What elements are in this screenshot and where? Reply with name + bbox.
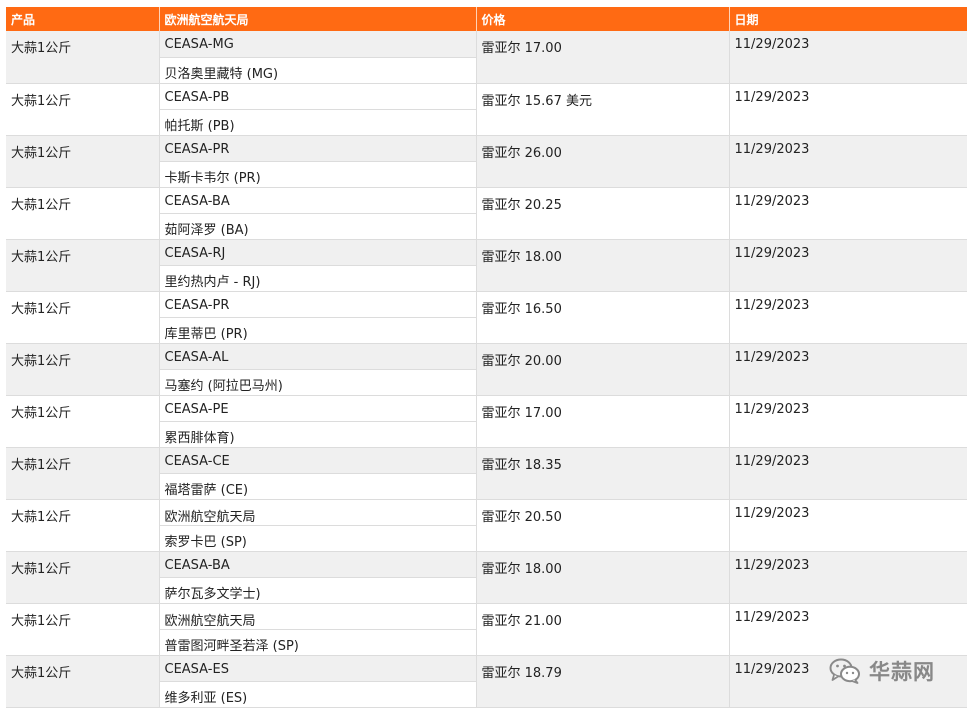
cell-product: 大蒜1公斤 — [6, 499, 160, 552]
cell-date: 11/29/2023 — [729, 499, 967, 552]
cell-site-code: CEASA-MG — [159, 31, 477, 58]
cell-date: 11/29/2023 — [729, 291, 967, 344]
cell-site-city: 福塔雷萨 (CE) — [159, 473, 477, 500]
cell-price: 雷亚尔 20.50 — [476, 499, 730, 552]
cell-price: 雷亚尔 18.00 — [476, 239, 730, 292]
header-price[interactable]: 价格 — [476, 7, 730, 31]
cell-site-code: CEASA-PR — [159, 135, 477, 162]
wechat-icon — [829, 658, 861, 684]
table-row: 大蒜1公斤 欧洲航空航天局 雷亚尔 21.00 11/29/2023 — [6, 603, 967, 656]
cell-price: 雷亚尔 20.25 — [476, 187, 730, 240]
cell-site-code: CEASA-BA — [159, 187, 477, 214]
cell-product: 大蒜1公斤 — [6, 655, 160, 708]
cell-product: 大蒜1公斤 — [6, 603, 160, 656]
cell-date: 11/29/2023 — [729, 135, 967, 188]
table-row: 大蒜1公斤 欧洲航空航天局 雷亚尔 20.50 11/29/2023 — [6, 499, 967, 552]
cell-price: 雷亚尔 18.35 — [476, 447, 730, 500]
cell-date: 11/29/2023 — [729, 83, 967, 136]
table-row: 大蒜1公斤 CEASA-CE 雷亚尔 18.35 11/29/2023 — [6, 447, 967, 500]
cell-site-code: CEASA-AL — [159, 343, 477, 370]
cell-site-city: 普雷图河畔圣若泽 (SP) — [159, 629, 477, 656]
table-row: 大蒜1公斤 CEASA-ES 雷亚尔 18.79 11/29/2023 — [6, 655, 967, 708]
cell-price: 雷亚尔 17.00 — [476, 31, 730, 84]
cell-date: 11/29/2023 — [729, 31, 967, 84]
cell-price: 雷亚尔 20.00 — [476, 343, 730, 396]
cell-product: 大蒜1公斤 — [6, 343, 160, 396]
table-row: 大蒜1公斤 CEASA-AL 雷亚尔 20.00 11/29/2023 — [6, 343, 967, 396]
cell-site-city: 贝洛奥里藏特 (MG) — [159, 57, 477, 84]
table-row: 大蒜1公斤 CEASA-PR 雷亚尔 26.00 11/29/2023 — [6, 135, 967, 188]
cell-price: 雷亚尔 16.50 — [476, 291, 730, 344]
cell-product: 大蒜1公斤 — [6, 31, 160, 84]
cell-price: 雷亚尔 18.79 — [476, 655, 730, 708]
cell-site-city: 茹阿泽罗 (BA) — [159, 213, 477, 240]
cell-date: 11/29/2023 — [729, 603, 967, 656]
watermark: 华蒜网 — [829, 656, 935, 686]
cell-price: 雷亚尔 26.00 — [476, 135, 730, 188]
header-site[interactable]: 欧洲航空航天局 — [159, 7, 477, 31]
table-row: 大蒜1公斤 CEASA-RJ 雷亚尔 18.00 11/29/2023 — [6, 239, 967, 292]
page: 产品 欧洲航空航天局 价格 日期 大蒜1公斤 CEASA-MG 雷亚尔 17.00 1… — [0, 0, 967, 713]
cell-price: 雷亚尔 21.00 — [476, 603, 730, 656]
table-row: 大蒜1公斤 CEASA-MG 雷亚尔 17.00 11/29/2023 — [6, 31, 967, 84]
table-row: 大蒜1公斤 CEASA-BA 雷亚尔 20.25 11/29/2023 — [6, 187, 967, 240]
cell-product: 大蒜1公斤 — [6, 187, 160, 240]
cell-site-city: 累西腓体育) — [159, 421, 477, 448]
watermark-text: 华蒜网 — [869, 660, 935, 684]
cell-price: 雷亚尔 15.67 美元 — [476, 83, 730, 136]
cell-price: 雷亚尔 18.00 — [476, 551, 730, 604]
cell-site-city: 索罗卡巴 (SP) — [159, 525, 477, 552]
table-row: 大蒜1公斤 CEASA-PE 雷亚尔 17.00 11/29/2023 — [6, 395, 967, 448]
cell-site-city: 帕托斯 (PB) — [159, 109, 477, 136]
cell-site-city: 库里蒂巴 (PR) — [159, 317, 477, 344]
cell-product: 大蒜1公斤 — [6, 395, 160, 448]
cell-site-city: 萨尔瓦多文学士) — [159, 577, 477, 604]
cell-product: 大蒜1公斤 — [6, 135, 160, 188]
cell-site-city: 马塞约 (阿拉巴马州) — [159, 369, 477, 396]
header-date[interactable]: 日期 — [729, 7, 967, 31]
cell-site-code: CEASA-PB — [159, 83, 477, 110]
cell-product: 大蒜1公斤 — [6, 83, 160, 136]
cell-site-code: CEASA-CE — [159, 447, 477, 474]
cell-date: 11/29/2023 — [729, 343, 967, 396]
cell-product: 大蒜1公斤 — [6, 291, 160, 344]
cell-date: 11/29/2023 — [729, 395, 967, 448]
cell-site-code: 欧洲航空航天局 — [159, 603, 477, 630]
cell-date: 11/29/2023 — [729, 239, 967, 292]
cell-site-city: 维多利亚 (ES) — [159, 681, 477, 708]
cell-site-code: CEASA-PE — [159, 395, 477, 422]
cell-date: 11/29/2023 — [729, 187, 967, 240]
table-row: 大蒜1公斤 CEASA-PB 雷亚尔 15.67 美元 11/29/2023 — [6, 83, 967, 136]
cell-date: 11/29/2023 — [729, 447, 967, 500]
cell-site-code: CEASA-PR — [159, 291, 477, 318]
cell-site-code: CEASA-BA — [159, 551, 477, 578]
cell-date: 11/29/2023 — [729, 551, 967, 604]
cell-product: 大蒜1公斤 — [6, 239, 160, 292]
cell-site-code: 欧洲航空航天局 — [159, 499, 477, 526]
cell-site-code: CEASA-ES — [159, 655, 477, 682]
cell-site-city: 卡斯卡韦尔 (PR) — [159, 161, 477, 188]
table-header-row: 产品 欧洲航空航天局 价格 日期 — [6, 7, 967, 31]
table-body: 大蒜1公斤 CEASA-MG 雷亚尔 17.00 11/29/2023 贝洛奥里藏特 (… — [6, 31, 967, 708]
cell-price: 雷亚尔 17.00 — [476, 395, 730, 448]
cell-product: 大蒜1公斤 — [6, 551, 160, 604]
cell-site-code: CEASA-RJ — [159, 239, 477, 266]
price-table: 产品 欧洲航空航天局 价格 日期 大蒜1公斤 CEASA-MG 雷亚尔 17.00 1… — [6, 7, 967, 708]
cell-product: 大蒜1公斤 — [6, 447, 160, 500]
table-row: 大蒜1公斤 CEASA-BA 雷亚尔 18.00 11/29/2023 — [6, 551, 967, 604]
header-product[interactable]: 产品 — [6, 7, 160, 31]
cell-site-city: 里约热内卢 - RJ) — [159, 265, 477, 292]
table-row: 大蒜1公斤 CEASA-PR 雷亚尔 16.50 11/29/2023 — [6, 291, 967, 344]
